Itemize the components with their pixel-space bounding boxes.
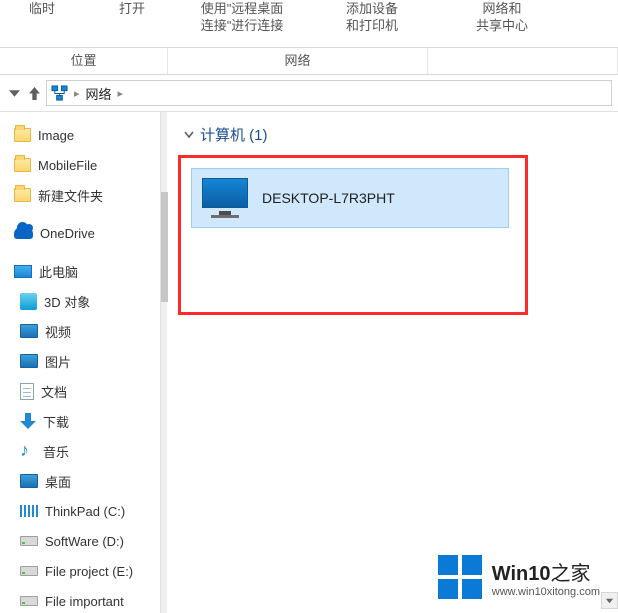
content-pane: 计算机 (1) DESKTOP-L7R3PHT (168, 112, 618, 613)
ribbon-item-add-device[interactable]: 添加设备 和打印机 (322, 0, 422, 34)
sidebar-item-drive-file-important[interactable]: File important (0, 586, 160, 613)
sidebar-item-drive-e[interactable]: File project (E:) (0, 556, 160, 586)
chevron-right-icon: ▸ (74, 87, 80, 100)
computer-name: DESKTOP-L7R3PHT (262, 190, 395, 206)
sidebar-item-image[interactable]: Image (0, 120, 160, 150)
sidebar-scrollbar[interactable] (160, 112, 167, 613)
sidebar-item-downloads[interactable]: 下载 (0, 406, 160, 436)
sidebar-item-new-folder[interactable]: 新建文件夹 (0, 180, 160, 210)
watermark: Win10之家 www.win10xitong.com (438, 555, 600, 599)
sidebar-item-pictures[interactable]: 图片 (0, 346, 160, 376)
sidebar-item-desktop[interactable]: 桌面 (0, 466, 160, 496)
onedrive-icon (14, 227, 33, 239)
sidebar-item-onedrive[interactable]: OneDrive (0, 218, 160, 248)
ribbon-item-temp[interactable]: 临时 (12, 0, 72, 17)
folder-icon (14, 158, 31, 172)
sidebar-item-this-pc[interactable]: 此电脑 (0, 256, 160, 286)
folder-icon (14, 188, 31, 202)
ribbon-section-empty (428, 48, 618, 74)
nav-dropdown-icon[interactable] (6, 85, 22, 101)
sidebar-item-music[interactable]: 音乐 (0, 436, 160, 466)
ribbon-item-network-sharing-center[interactable]: 网络和 共享中心 (452, 0, 552, 34)
windows-logo-icon (438, 555, 482, 599)
tree-spacer (0, 248, 160, 256)
tree-spacer (0, 210, 160, 218)
ribbon-section-location: 位置 (0, 48, 168, 74)
drive-icon (20, 505, 38, 517)
sidebar-item-drive-d[interactable]: SoftWare (D:) (0, 526, 160, 556)
breadcrumb-network[interactable]: 网络 (86, 84, 112, 103)
explorer-body: Image MobileFile 新建文件夹 OneDrive 此电脑 (0, 112, 618, 613)
3d-objects-icon (20, 293, 37, 310)
folder-icon (14, 128, 31, 142)
watermark-url: www.win10xitong.com (492, 586, 600, 598)
sidebar-item-videos[interactable]: 视频 (0, 316, 160, 346)
chevron-right-icon[interactable]: ▸ (118, 87, 124, 100)
sidebar-item-drive-c[interactable]: ThinkPad (C:) (0, 496, 160, 526)
nav-up-icon[interactable] (26, 85, 42, 101)
navigation-tree: Image MobileFile 新建文件夹 OneDrive 此电脑 (0, 112, 160, 613)
drive-icon (20, 536, 38, 546)
address-bar: ▸ 网络 ▸ (0, 75, 618, 112)
drive-icon (20, 566, 38, 576)
chevron-down-icon (184, 130, 194, 140)
downloads-icon (20, 413, 36, 429)
sidebar-item-3d-objects[interactable]: 3D 对象 (0, 286, 160, 316)
ribbon-item-remote-desktop[interactable]: 使用"远程桌面 连接"进行连接 (192, 0, 292, 34)
network-computer-tile[interactable]: DESKTOP-L7R3PHT (191, 168, 509, 228)
documents-icon (20, 383, 34, 400)
music-icon (20, 443, 36, 459)
this-pc-icon (14, 265, 32, 278)
network-icon (51, 85, 68, 102)
computer-icon (202, 178, 248, 218)
sidebar-item-mobilefile[interactable]: MobileFile (0, 150, 160, 180)
watermark-title: Win10之家 (492, 557, 600, 586)
ribbon-sections: 位置 网络 (0, 48, 618, 75)
videos-icon (20, 324, 38, 338)
scrollbar-thumb[interactable] (161, 192, 168, 302)
sidebar-item-documents[interactable]: 文档 (0, 376, 160, 406)
window-scrollbar-down-icon[interactable] (601, 592, 618, 609)
group-header-computers[interactable]: 计算机 (1) (184, 124, 608, 145)
drive-icon (20, 596, 38, 606)
desktop-icon (20, 474, 38, 488)
address-box[interactable]: ▸ 网络 ▸ (46, 80, 612, 106)
ribbon-item-open[interactable]: 打开 (102, 0, 162, 17)
group-title: 计算机 (1) (200, 124, 268, 145)
annotation-highlight: DESKTOP-L7R3PHT (178, 155, 528, 315)
ribbon-commands: 临时 打开 使用"远程桌面 连接"进行连接 添加设备 和打印机 网络和 共享中心 (0, 0, 618, 48)
pictures-icon (20, 354, 38, 368)
ribbon-section-network: 网络 (168, 48, 428, 74)
